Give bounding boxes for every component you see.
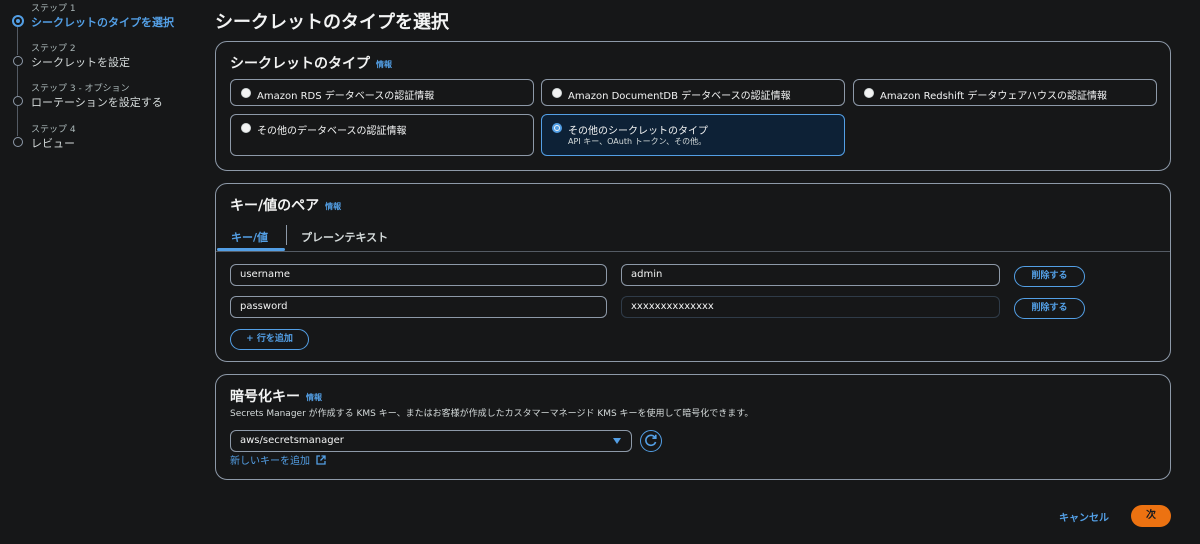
encryption-heading: 暗号化キー 情報 — [230, 386, 322, 406]
radio-other-database[interactable] — [241, 123, 251, 133]
add-row-button[interactable]: + 行を追加 — [230, 329, 309, 350]
add-new-key-link[interactable]: 新しいキーを追加 — [230, 452, 326, 467]
cancel-button[interactable]: キャンセル — [1059, 509, 1109, 524]
key-value-title: キー/値のペア — [230, 198, 320, 214]
secret-type-heading: シークレットのタイプ 情報 — [230, 53, 392, 73]
add-new-key-label: 新しいキーを追加 — [230, 456, 310, 467]
option-rds[interactable]: Amazon RDS データベースの認証情報 — [230, 79, 534, 106]
step-1-current-icon — [12, 15, 24, 27]
option-redshift[interactable]: Amazon Redshift データウェアハウスの認証情報 — [853, 79, 1157, 106]
value-input-2[interactable]: xxxxxxxxxxxxxx — [621, 296, 1000, 318]
radio-other-secret-selected[interactable] — [552, 123, 562, 133]
radio-documentdb[interactable] — [552, 88, 562, 98]
step-2-title: シークレットを設定 — [31, 56, 130, 69]
option-other-secret-label: その他のシークレットのタイプ — [568, 126, 708, 137]
key-value-panel: キー/値のペア 情報 キー/値 プレーンテキスト username admin 削… — [215, 183, 1171, 362]
key-value-info-link[interactable]: 情報 — [325, 202, 341, 211]
option-other-database-label: その他のデータベースの認証情報 — [257, 126, 407, 137]
radio-redshift[interactable] — [864, 88, 874, 98]
step-4-pending-icon — [13, 137, 23, 147]
step-1-title[interactable]: シークレットのタイプを選択 — [31, 14, 174, 30]
remove-row-2-button[interactable]: 削除する — [1014, 298, 1085, 319]
secret-type-title: シークレットのタイプ — [230, 56, 370, 72]
step-3-pending-icon — [13, 96, 23, 106]
key-value-heading: キー/値のペア 情報 — [230, 195, 341, 215]
caret-down-icon — [613, 438, 621, 444]
refresh-icon — [645, 434, 657, 447]
step-4-number: ステップ 4 — [31, 125, 76, 135]
option-other-secret-desc: API キー、OAuth トークン、その他。 — [568, 137, 707, 146]
secret-type-panel: シークレットのタイプ 情報 Amazon RDS データベースの認証情報 Amaz… — [215, 41, 1171, 171]
option-documentdb-label: Amazon DocumentDB データベースの認証情報 — [568, 91, 791, 102]
page-title: シークレットのタイプを選択 — [215, 12, 449, 33]
remove-row-1-button[interactable]: 削除する — [1014, 266, 1085, 287]
encryption-key-panel: 暗号化キー 情報 Secrets Manager が作成する KMS キー、または… — [215, 374, 1171, 480]
encryption-description: Secrets Manager が作成する KMS キー、またはお客様が作成した… — [230, 409, 754, 419]
external-link-icon — [316, 455, 326, 465]
option-other-database[interactable]: その他のデータベースの認証情報 — [230, 114, 534, 156]
encryption-title: 暗号化キー — [230, 389, 300, 405]
step-4-title: レビュー — [31, 137, 75, 150]
step-2-pending-icon — [13, 56, 23, 66]
tab-key-value[interactable]: キー/値 — [231, 229, 268, 245]
radio-rds[interactable] — [241, 88, 251, 98]
wizard-steps: ステップ 1 シークレットのタイプを選択 ステップ 2 シークレットを設定 ステ… — [0, 0, 200, 544]
tab-plaintext[interactable]: プレーンテキスト — [301, 229, 388, 245]
option-rds-label: Amazon RDS データベースの認証情報 — [257, 91, 435, 102]
option-redshift-label: Amazon Redshift データウェアハウスの認証情報 — [880, 91, 1107, 102]
kms-key-select[interactable]: aws/secretsmanager — [230, 430, 632, 452]
next-button[interactable]: 次 — [1131, 505, 1171, 527]
key-input-2[interactable]: password — [230, 296, 607, 318]
step-2-number: ステップ 2 — [31, 44, 76, 54]
step-3-title: ローテーションを設定する — [31, 96, 163, 109]
tab-separator — [286, 225, 287, 245]
encryption-info-link[interactable]: 情報 — [306, 393, 322, 402]
key-input-1[interactable]: username — [230, 264, 607, 286]
step-1-number: ステップ 1 — [31, 4, 76, 14]
step-3-number: ステップ 3 - オプション — [31, 84, 130, 94]
secret-type-info-link[interactable]: 情報 — [376, 60, 392, 69]
value-input-1[interactable]: admin — [621, 264, 1000, 286]
tab-divider — [216, 251, 1170, 252]
kms-key-selected-value: aws/secretsmanager — [240, 435, 344, 446]
option-documentdb[interactable]: Amazon DocumentDB データベースの認証情報 — [541, 79, 845, 106]
option-other-secret[interactable]: その他のシークレットのタイプ API キー、OAuth トークン、その他。 — [541, 114, 845, 156]
refresh-button[interactable] — [640, 430, 662, 452]
